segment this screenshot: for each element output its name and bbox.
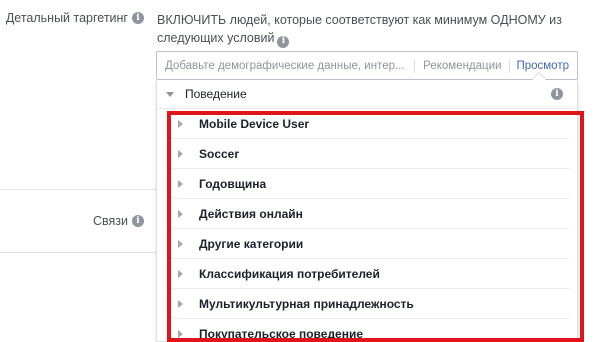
list-item[interactable]: Mobile Device User [168,109,569,139]
list-item[interactable]: Soccer [168,139,569,169]
section-divider [0,252,156,253]
list-item[interactable]: Годовщина [168,169,569,199]
list-item[interactable]: Покупательское поведение [168,319,569,342]
targeting-search-input[interactable] [157,52,415,79]
detailed-targeting-label: Детальный таргетинг i [6,11,144,25]
list-item[interactable]: Классификация потребителей [168,259,569,289]
caret-right-icon [178,329,183,338]
list-item-label: Мультикультурная принадлежность [199,296,414,311]
caret-right-icon [178,149,183,158]
caret-right-icon [178,209,183,218]
targeting-search-box: Рекомендации Просмотр [156,51,578,80]
caret-down-icon [166,91,174,97]
info-icon[interactable]: i [277,35,290,48]
suggestions-button[interactable]: Рекомендации [415,60,509,72]
section-divider [0,189,156,190]
caret-right-icon [178,239,183,248]
list-item-label: Покупательское поведение [199,326,364,341]
list-item-label: Годовщина [199,176,267,191]
connections-text: Связи [92,214,128,228]
list-item-label: Другие категории [199,236,304,251]
list-item[interactable]: Действия онлайн [168,199,569,229]
detailed-targeting-text: Детальный таргетинг [5,11,128,25]
list-item-label: Mobile Device User [199,116,310,131]
list-item[interactable]: Мультикультурная принадлежность [168,289,569,319]
include-criteria-label: ВКЛЮЧИТЬ людей, которые соответствуют ка… [157,13,562,45]
list-item-label: Классификация потребителей [199,266,380,281]
browse-button[interactable]: Просмотр [510,60,577,72]
list-item[interactable]: Другие категории [168,229,569,259]
list-item-label: Soccer [199,146,240,161]
caret-right-icon [178,119,183,128]
category-header[interactable]: Поведение i [157,80,577,109]
connections-label: Связи i [93,214,144,228]
info-icon[interactable]: i [132,12,144,24]
include-criteria-text: ВКЛЮЧИТЬ людей, которые соответствуют ка… [157,11,577,48]
subcategory-list: Mobile Device User Soccer Годовщина Дейс… [157,109,577,342]
caret-right-icon [178,179,183,188]
info-icon[interactable]: i [551,88,563,100]
browse-dropdown: Поведение i Mobile Device User Soccer Го… [156,71,578,342]
category-label: Поведение [185,87,247,101]
caret-right-icon [178,269,183,278]
info-icon[interactable]: i [132,215,144,227]
list-item-label: Действия онлайн [199,206,303,221]
caret-right-icon [178,299,183,308]
